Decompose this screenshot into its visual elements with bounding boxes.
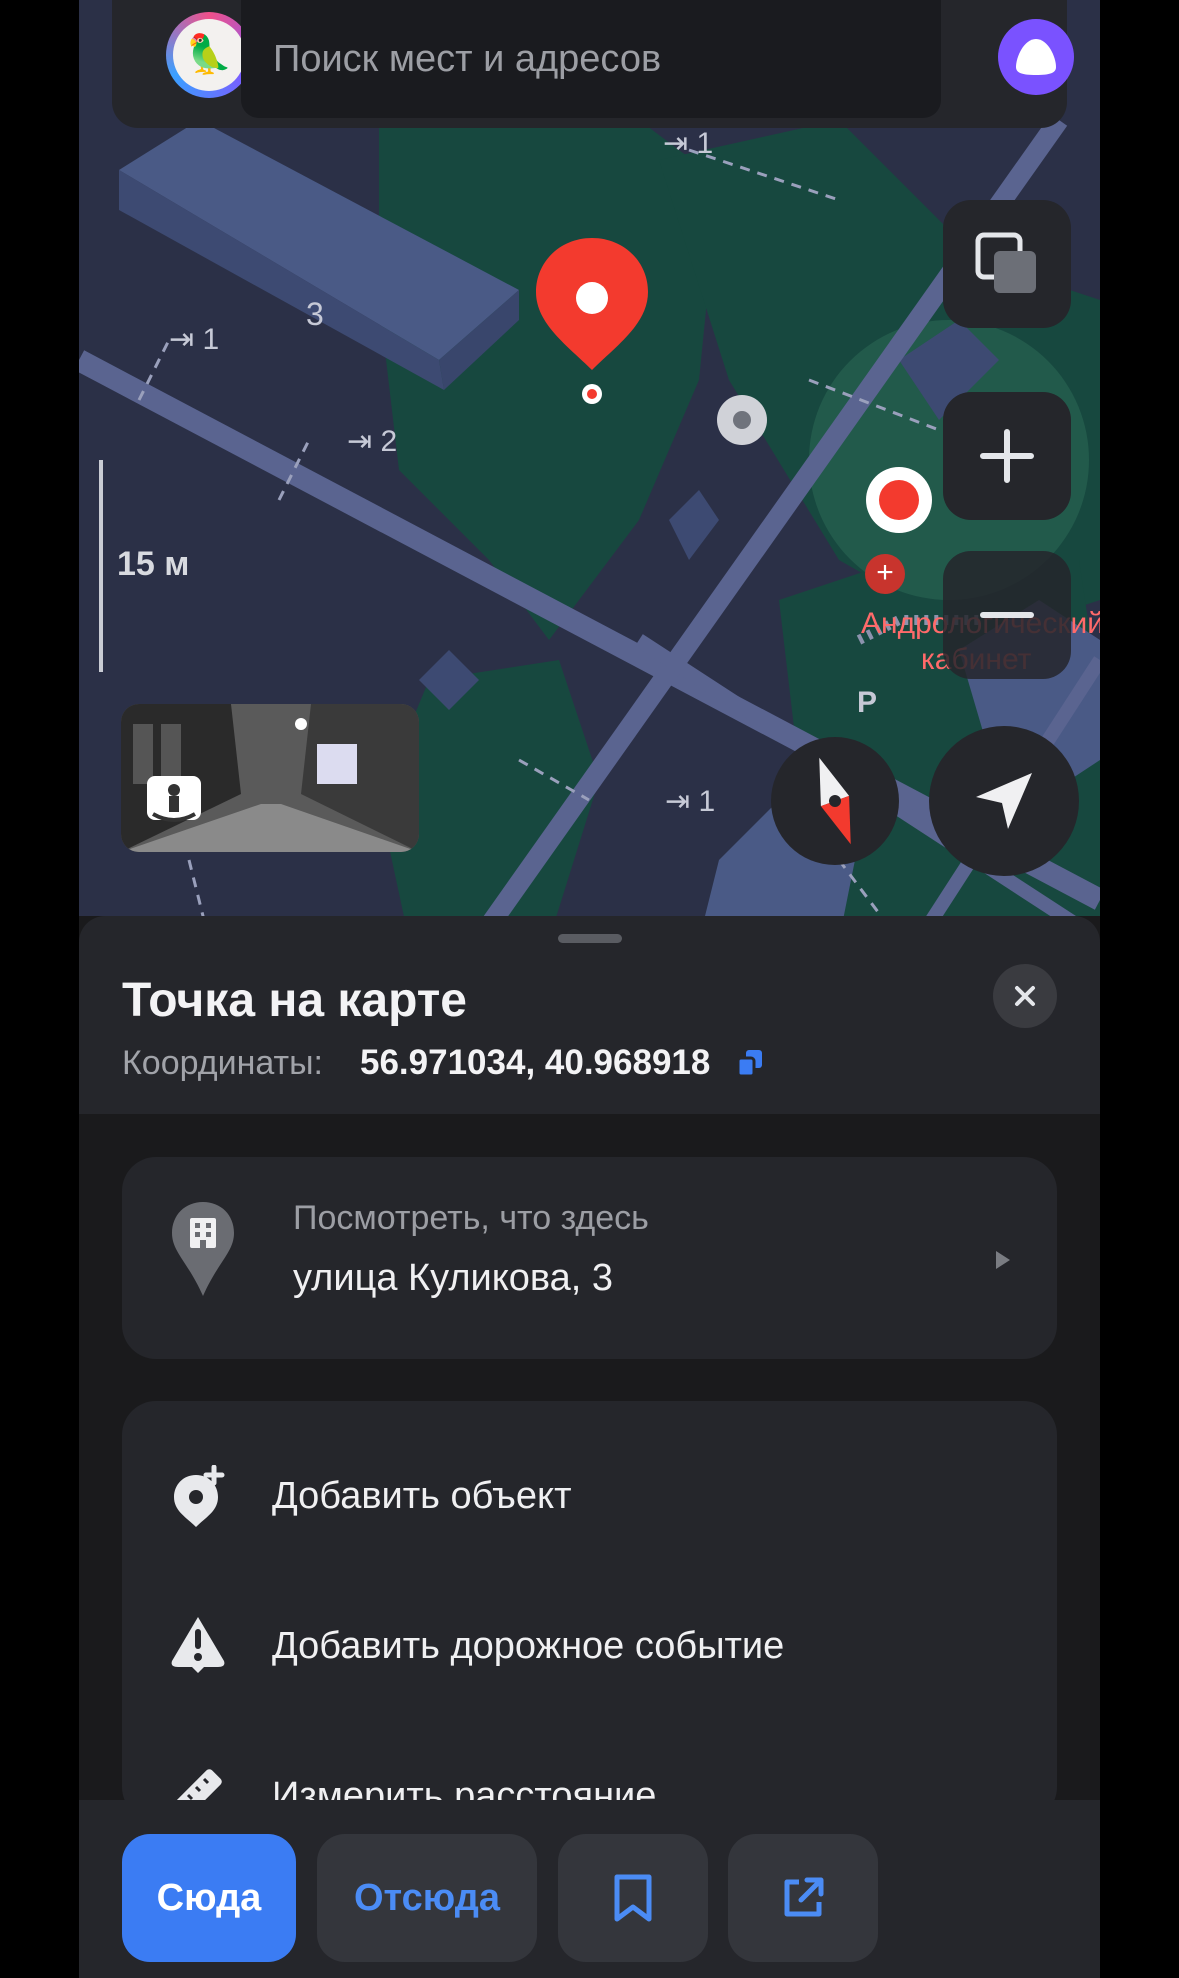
place-card-address: улица Куликова, 3 [293, 1257, 614, 1299]
sheet-title: Точка на карте [122, 974, 467, 1027]
close-button[interactable] [993, 964, 1057, 1028]
entrance-icon: ⇥ [665, 785, 691, 818]
plus-icon [980, 429, 1034, 483]
search-bar: 🦜 Поиск мест и адресов [112, 0, 1074, 128]
building-pin-icon [172, 1202, 234, 1296]
layers-icon [975, 232, 1036, 293]
panorama-preview[interactable] [121, 704, 419, 852]
route-from-button[interactable]: Отсюда [317, 1834, 537, 1962]
chevron-right-icon [996, 1251, 1010, 1269]
map-view[interactable]: 3 ⇥ 1 ⇥ 2 ⇥ 1 ⇥ 1 3 4 P Андрологический … [79, 0, 1100, 940]
alice-assistant-button[interactable] [998, 19, 1074, 95]
entrance-label: ⇥ 1 [663, 126, 713, 161]
entrance-icon: ⇥ [169, 323, 195, 356]
road-event-icon [171, 1617, 225, 1673]
scale-label: 15 м [117, 545, 190, 583]
alice-icon [1016, 39, 1056, 75]
entrance-number: 1 [698, 785, 716, 818]
bookmark-button[interactable] [558, 1834, 708, 1962]
search-placeholder: Поиск мест и адресов [273, 37, 662, 80]
parrot-icon: 🦜 [173, 19, 245, 91]
location-dot-center [733, 411, 751, 429]
entrance-number: 1 [696, 127, 714, 160]
entrance-number: 1 [202, 323, 220, 356]
add-object-action[interactable]: Добавить объект [122, 1441, 1057, 1551]
selected-point-pin-icon[interactable] [528, 234, 656, 414]
place-card[interactable]: Посмотреть, что здесь улица Куликова, 3 [122, 1157, 1057, 1359]
user-location-center [879, 480, 919, 520]
entrance-label: ⇥ 2 [347, 424, 397, 459]
zoom-out-button[interactable] [943, 551, 1071, 679]
bookmark-icon [614, 1874, 652, 1922]
copy-icon[interactable] [736, 1048, 764, 1078]
zoom-in-button[interactable] [943, 392, 1071, 520]
bottom-action-bar: Сюда Отсюда [79, 1800, 1100, 1978]
avatar[interactable]: 🦜 [166, 12, 252, 98]
compass-button[interactable] [771, 737, 899, 865]
sheet-grabber[interactable] [558, 934, 622, 943]
route-here-button[interactable]: Сюда [122, 1834, 296, 1962]
place-card-subtitle: Посмотреть, что здесь [293, 1199, 649, 1237]
entrance-number: 2 [380, 425, 398, 458]
poi-marker-icon[interactable]: + [865, 554, 905, 594]
add-object-label: Добавить объект [272, 1475, 572, 1517]
user-location-icon[interactable] [866, 467, 932, 533]
add-road-event-label: Добавить дорожное событие [272, 1625, 785, 1667]
actions-card: Добавить объект Добавить дорожное событи… [122, 1401, 1057, 1821]
my-location-button[interactable] [929, 726, 1079, 876]
entrance-label: ⇥ 1 [169, 322, 219, 357]
minus-icon [980, 612, 1034, 618]
building-number: 3 [306, 296, 324, 332]
share-icon [784, 1877, 824, 1917]
scale-bar [99, 460, 103, 672]
coords-value[interactable]: 56.971034, 40.968918 [360, 1043, 710, 1083]
entrance-label: ⇥ 1 [665, 784, 715, 819]
app-screen: 3 ⇥ 1 ⇥ 2 ⇥ 1 ⇥ 1 3 4 P Андрологический … [79, 0, 1100, 1978]
entrance-icon: ⇥ [663, 127, 689, 160]
compass-icon [819, 757, 851, 845]
coords-label: Координаты: [122, 1044, 323, 1082]
search-input[interactable]: Поиск мест и адресов [241, 0, 941, 118]
share-button[interactable] [728, 1834, 878, 1962]
layers-button[interactable] [943, 200, 1071, 328]
navigation-arrow-icon [976, 773, 1032, 829]
sheet-header: Точка на карте Координаты: 56.971034, 40… [79, 916, 1100, 1114]
parking-label: P [857, 686, 878, 719]
add-place-icon [174, 1465, 225, 1527]
entrance-icon: ⇥ [347, 425, 373, 458]
add-road-event-action[interactable]: Добавить дорожное событие [122, 1591, 1057, 1701]
panorama-icon [147, 776, 201, 822]
close-icon [1015, 986, 1035, 1006]
location-dot-icon[interactable] [717, 395, 767, 445]
